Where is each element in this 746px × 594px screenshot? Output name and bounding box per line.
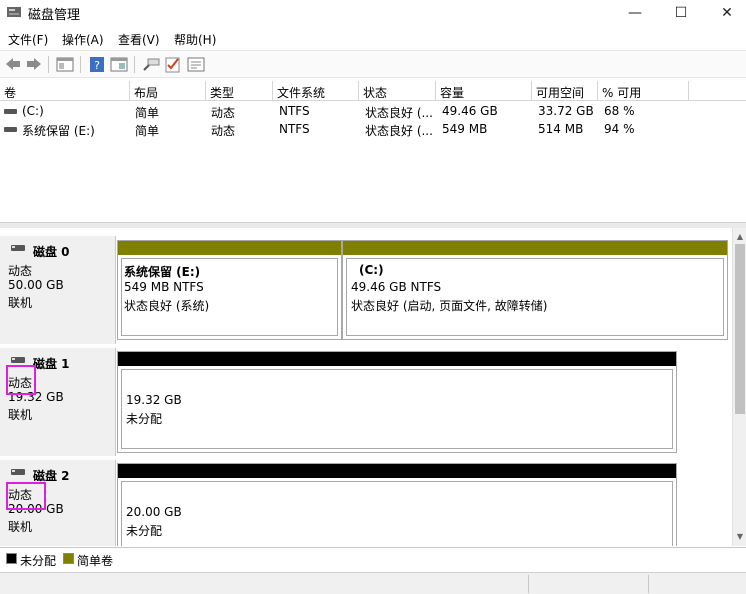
status-segment xyxy=(648,575,746,593)
menu-bar: 文件(F) 操作(A) 查看(V) 帮助(H) xyxy=(0,28,746,48)
title-bar: 磁盘管理 — ☐ ✕ xyxy=(0,0,746,26)
partition-body xyxy=(121,481,673,546)
disk-graphical-view: 磁盘 0 动态 50.00 GB 联机 系统保留 (E:) 549 MB NTF… xyxy=(0,228,732,546)
window-title: 磁盘管理 xyxy=(28,8,81,23)
status-segment xyxy=(528,575,648,593)
forward-arrow-icon[interactable] xyxy=(25,56,43,73)
volume-filesystem: NTFS xyxy=(279,122,310,136)
partition-title: (C:) xyxy=(359,263,384,277)
close-button[interactable]: ✕ xyxy=(704,0,746,26)
status-bar xyxy=(0,572,746,594)
toolbar-separator xyxy=(48,56,49,73)
partition-system-reserved[interactable]: 系统保留 (E:) 549 MB NTFS 状态良好 (系统) xyxy=(117,240,342,340)
partition-fs: 549 MB NTFS xyxy=(124,280,204,294)
volume-type: 动态 xyxy=(211,106,236,120)
disk-icon xyxy=(11,469,25,475)
scroll-up-icon[interactable]: ▲ xyxy=(733,230,746,244)
simple-volume-bar xyxy=(118,241,341,255)
disk-icon xyxy=(11,245,25,251)
toolbar-separator xyxy=(80,56,81,73)
volume-name: 系统保留 (E:) xyxy=(22,124,95,138)
volume-filesystem: NTFS xyxy=(279,104,310,118)
partition-state: 未分配 xyxy=(126,412,163,426)
volume-list-header: 卷 布局 类型 文件系统 状态 容量 可用空间 % 可用 xyxy=(0,81,746,101)
disk-name: 磁盘 0 xyxy=(33,245,70,259)
drive-icon xyxy=(4,127,17,132)
volume-percent-free: 94 % xyxy=(604,122,635,136)
volume-row[interactable]: (C:) 简单 动态 NTFS 状态良好 (... 49.46 GB 33.72… xyxy=(0,102,746,120)
volume-status: 状态良好 (... xyxy=(365,106,433,120)
legend-unallocated: 未分配 xyxy=(20,554,57,568)
partition-unallocated[interactable]: 20.00 GB 未分配 xyxy=(117,463,677,546)
disk-icon xyxy=(11,357,25,363)
list-icon[interactable] xyxy=(187,56,205,73)
disk-name: 磁盘 1 xyxy=(33,357,70,371)
volume-name: (C:) xyxy=(22,104,44,118)
volume-capacity: 549 MB xyxy=(442,122,488,136)
column-capacity[interactable]: 容量 xyxy=(436,81,532,101)
highlight-box xyxy=(6,482,46,510)
volume-row[interactable]: 系统保留 (E:) 简单 动态 NTFS 状态良好 (... 549 MB 51… xyxy=(0,120,746,138)
check-icon[interactable] xyxy=(164,56,182,73)
maximize-button[interactable]: ☐ xyxy=(658,0,704,26)
column-volume[interactable]: 卷 xyxy=(0,81,130,101)
disk-status: 联机 xyxy=(8,520,33,534)
drive-icon xyxy=(4,109,17,114)
partition-title: 系统保留 (E:) xyxy=(124,265,201,279)
legend-simple-volume: 简单卷 xyxy=(77,554,114,568)
volume-status: 状态良好 (... xyxy=(365,124,433,138)
scroll-down-icon[interactable]: ▼ xyxy=(733,530,746,544)
menu-help[interactable]: 帮助(H) xyxy=(174,31,216,48)
volume-free-space: 33.72 GB xyxy=(538,104,594,118)
toolbar-separator xyxy=(134,56,135,73)
help-icon[interactable]: ? xyxy=(88,56,106,73)
disk-status: 联机 xyxy=(8,296,33,310)
disk-0-label[interactable]: 磁盘 0 动态 50.00 GB 联机 xyxy=(0,236,116,344)
partition-state: 状态良好 (系统) xyxy=(124,299,210,313)
console-icon[interactable] xyxy=(110,56,128,73)
disk-type: 动态 xyxy=(8,264,33,278)
volume-percent-free: 68 % xyxy=(604,104,635,118)
unallocated-bar xyxy=(118,352,676,366)
partition-fs: 49.46 GB NTFS xyxy=(351,280,442,294)
volume-layout: 简单 xyxy=(135,124,160,138)
highlight-box xyxy=(6,365,36,395)
volume-capacity: 49.46 GB xyxy=(442,104,498,118)
vertical-scrollbar[interactable]: ▲ ▼ xyxy=(732,228,746,546)
simple-volume-swatch xyxy=(63,553,74,564)
column-free-space[interactable]: 可用空间 xyxy=(532,81,598,101)
volume-type: 动态 xyxy=(211,124,236,138)
unallocated-swatch xyxy=(6,553,17,564)
menu-action[interactable]: 操作(A) xyxy=(62,31,104,48)
partition-unallocated[interactable]: 19.32 GB 未分配 xyxy=(117,351,677,453)
toolbar: ? xyxy=(0,50,746,78)
scrollbar-thumb[interactable] xyxy=(735,244,745,414)
partition-body xyxy=(121,369,673,449)
volume-free-space: 514 MB xyxy=(538,122,584,136)
disk-status: 联机 xyxy=(8,408,33,422)
partition-state: 未分配 xyxy=(126,524,163,538)
menu-file[interactable]: 文件(F) xyxy=(8,31,48,48)
search-icon[interactable] xyxy=(142,56,160,73)
volume-layout: 简单 xyxy=(135,106,160,120)
column-type[interactable]: 类型 xyxy=(206,81,273,101)
partition-size: 19.32 GB xyxy=(126,393,182,407)
svg-text:?: ? xyxy=(94,59,100,72)
unallocated-bar xyxy=(118,464,676,478)
simple-volume-bar xyxy=(343,241,727,255)
column-status[interactable]: 状态 xyxy=(359,81,436,101)
column-percent-free[interactable]: % 可用 xyxy=(598,81,689,101)
partition-size: 20.00 GB xyxy=(126,505,182,519)
partition-c-drive[interactable]: (C:) 49.46 GB NTFS 状态良好 (启动, 页面文件, 故障转储) xyxy=(342,240,728,340)
legend: 未分配 简单卷 xyxy=(0,547,746,569)
back-arrow-icon[interactable] xyxy=(4,56,22,73)
column-filesystem[interactable]: 文件系统 xyxy=(273,81,359,101)
disk-size: 50.00 GB xyxy=(8,278,64,292)
properties-icon[interactable] xyxy=(56,56,74,73)
partition-state: 状态良好 (启动, 页面文件, 故障转储) xyxy=(351,299,548,313)
minimize-button[interactable]: — xyxy=(612,0,658,26)
column-layout[interactable]: 布局 xyxy=(130,81,206,101)
disk-management-icon xyxy=(7,7,21,17)
menu-view[interactable]: 查看(V) xyxy=(118,31,160,48)
